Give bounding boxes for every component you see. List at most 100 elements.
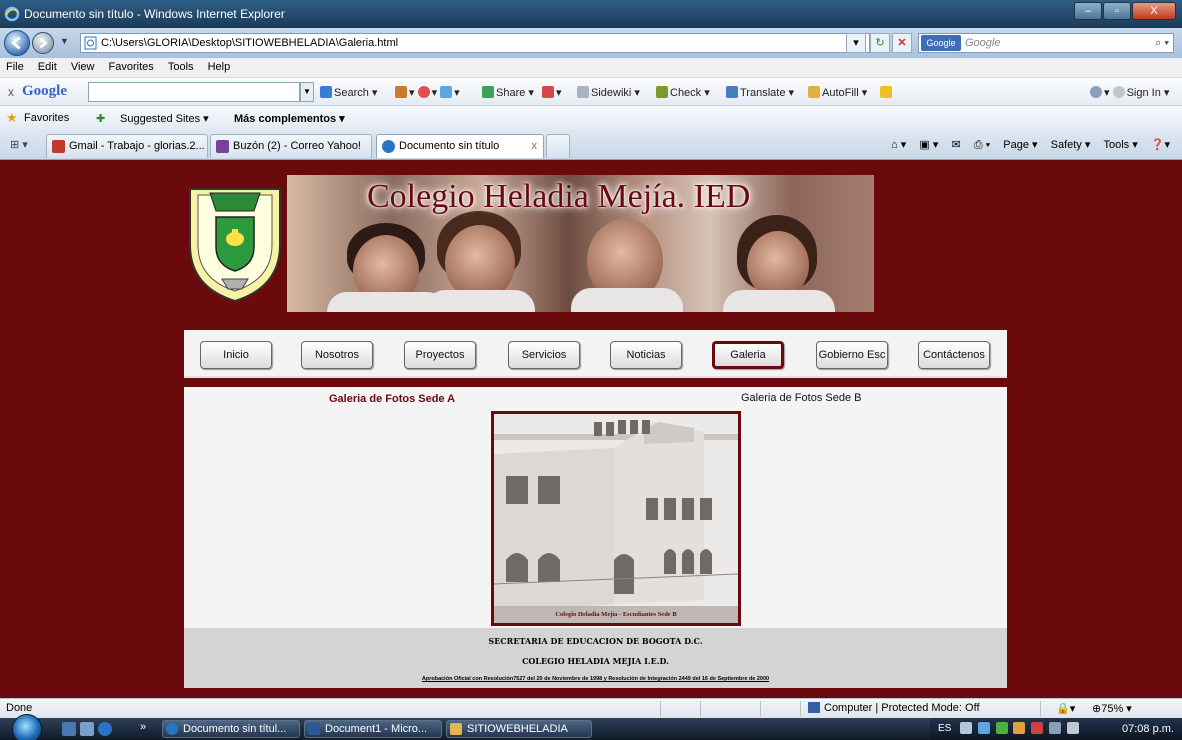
back-button[interactable] bbox=[4, 30, 30, 56]
volume-icon[interactable] bbox=[1066, 722, 1079, 734]
minimize-button[interactable]: – bbox=[1074, 2, 1102, 20]
nav-servicios-button[interactable]: Servicios bbox=[508, 341, 580, 369]
feeds-icon[interactable]: ▣ ▾ bbox=[919, 139, 938, 151]
google-search-button[interactable]: Search ▾ bbox=[320, 86, 377, 99]
tray-arrow-icon[interactable] bbox=[960, 722, 972, 734]
security-icon[interactable] bbox=[1031, 722, 1044, 734]
maximize-button[interactable]: ▫ bbox=[1103, 2, 1131, 20]
menu-favorites[interactable]: Favorites bbox=[103, 58, 159, 73]
autofill-button[interactable]: AutoFill ▾ bbox=[808, 86, 867, 99]
mail-icon[interactable]: ✉ bbox=[951, 139, 960, 151]
translate-button[interactable]: Translate ▾ bbox=[726, 86, 794, 99]
favorites-button[interactable]: Favorites bbox=[24, 112, 69, 124]
gallery-photo[interactable]: Colegio Heladia Mejía - Escudiantes Sede… bbox=[491, 411, 741, 626]
google-logo[interactable]: Google bbox=[22, 83, 67, 100]
tab-gmail[interactable]: Gmail - Trabajo - glorias.2... bbox=[46, 134, 208, 158]
task-ie[interactable]: Documento sin títul... bbox=[162, 720, 300, 738]
page-menu[interactable]: Page ▾ bbox=[1003, 139, 1037, 151]
quicklaunch-overflow-icon[interactable]: » bbox=[140, 721, 146, 733]
task-label: Document1 - Micro... bbox=[325, 723, 428, 735]
tab-documento[interactable]: Documento sin título x bbox=[376, 134, 544, 158]
search-icon[interactable]: ⌕ ▾ bbox=[1155, 34, 1169, 52]
safety-menu[interactable]: Safety ▾ bbox=[1051, 139, 1091, 151]
stop-button[interactable]: ✕ bbox=[892, 33, 912, 53]
bluetooth-icon[interactable] bbox=[977, 722, 990, 734]
forward-arrow-icon bbox=[39, 37, 48, 49]
ie-quicklaunch-icon[interactable] bbox=[98, 722, 112, 736]
menu-file[interactable]: File bbox=[0, 58, 29, 73]
zoom-level-button[interactable]: ⊕75% ▾ bbox=[1092, 702, 1132, 715]
highlight-button[interactable] bbox=[880, 86, 894, 99]
gmail-icon bbox=[52, 140, 65, 153]
nav-noticias-button[interactable]: Noticias bbox=[610, 341, 682, 369]
status-bar: Done Computer | Protected Mode: Off 🔒▾ ⊕… bbox=[0, 698, 1182, 718]
network-icon[interactable] bbox=[995, 722, 1008, 734]
close-window-button[interactable]: X bbox=[1132, 2, 1176, 20]
menu-view[interactable]: View bbox=[65, 58, 100, 73]
add-favorite-icon[interactable]: ✚ bbox=[96, 112, 105, 125]
bookmark-button[interactable]: ▾ bbox=[542, 86, 562, 99]
show-desktop-icon[interactable] bbox=[62, 722, 76, 736]
spellcheck-button[interactable]: Check ▾ bbox=[656, 86, 710, 99]
gallery-b-link[interactable]: Galeria de Fotos Sede B bbox=[741, 392, 861, 404]
security-zone[interactable]: Computer | Protected Mode: Off bbox=[808, 702, 980, 714]
tools-menu[interactable]: Tools ▾ bbox=[1103, 139, 1137, 151]
refresh-button[interactable]: ↻ bbox=[870, 33, 890, 53]
print-icon[interactable]: ⎙ ▾ bbox=[974, 139, 990, 151]
status-divider bbox=[660, 701, 661, 717]
window-title: Documento sin título - Windows Internet … bbox=[24, 7, 285, 21]
footer-resolucion-link[interactable]: Aprobación Oficial con Resolución7527 de… bbox=[184, 676, 1007, 682]
address-toolbar: ▼ C:\Users\GLORIA\Desktop\SITIOWEBHELADI… bbox=[0, 28, 1182, 58]
help-icon[interactable]: ❓▾ bbox=[1151, 139, 1170, 151]
tab-label: Buzón (2) - Correo Yahoo! bbox=[233, 140, 361, 152]
child-shirt-2 bbox=[425, 290, 535, 312]
tab-yahoo[interactable]: Buzón (2) - Correo Yahoo! bbox=[210, 134, 372, 158]
menu-help[interactable]: Help bbox=[202, 58, 236, 73]
search-input[interactable]: Google Google ⌕ ▾ bbox=[918, 33, 1174, 53]
address-input[interactable]: C:\Users\GLORIA\Desktop\SITIOWEBHELADIA\… bbox=[80, 33, 870, 53]
computer-icon bbox=[808, 702, 820, 713]
search-placeholder: Google bbox=[965, 37, 1001, 49]
history-dropdown-icon[interactable]: ▼ bbox=[60, 36, 69, 46]
share-button[interactable]: Share ▾ bbox=[482, 86, 534, 99]
display-icon[interactable] bbox=[1048, 722, 1061, 734]
yahoo-icon bbox=[216, 140, 229, 153]
task-word[interactable]: Document1 - Micro... bbox=[304, 720, 442, 738]
close-toolbar-icon[interactable]: x bbox=[8, 85, 14, 99]
home-icon[interactable]: ⌂ ▾ bbox=[891, 139, 906, 151]
protected-mode-icon[interactable]: 🔒▾ bbox=[1056, 702, 1075, 715]
forward-button[interactable] bbox=[32, 32, 54, 54]
menu-edit[interactable]: Edit bbox=[32, 58, 62, 73]
start-button[interactable] bbox=[12, 714, 42, 740]
favorites-star-icon[interactable]: ★ bbox=[6, 110, 18, 126]
quick-tabs-icon[interactable]: ⊞ ▾ bbox=[10, 138, 28, 151]
address-url: C:\Users\GLORIA\Desktop\SITIOWEBHELADIA\… bbox=[101, 37, 399, 49]
menu-tools[interactable]: Tools bbox=[162, 58, 199, 73]
search-engine-badge[interactable]: Google bbox=[921, 35, 961, 51]
new-tab-button[interactable] bbox=[546, 134, 570, 158]
switch-windows-icon[interactable] bbox=[80, 722, 94, 736]
gallery-a-link[interactable]: Galeria de Fotos Sede A bbox=[329, 393, 455, 405]
sidewiki-button[interactable]: Sidewiki ▾ bbox=[577, 86, 640, 99]
nav-gobierno-button[interactable]: Gobierno Esc bbox=[816, 341, 888, 369]
address-dropdown-button[interactable]: ▾ bbox=[846, 33, 866, 53]
nav-contactenos-button[interactable]: Contáctenos bbox=[918, 341, 990, 369]
site-nav: Inicio Nosotros Proyectos Servicios Noti… bbox=[184, 330, 1007, 378]
google-search-input[interactable] bbox=[88, 82, 300, 102]
sign-in-button[interactable]: ▾ Sign In ▾ bbox=[1090, 86, 1169, 99]
tab-label: Gmail - Trabajo - glorias.2... bbox=[69, 140, 205, 152]
task-folder[interactable]: SITIOWEBHELADIA bbox=[446, 720, 592, 738]
sync-icon[interactable] bbox=[1013, 722, 1026, 734]
toolbar-icons-group[interactable]: ▾ ▾ ▾ bbox=[395, 86, 460, 99]
clock[interactable]: 07:08 p.m. bbox=[1122, 723, 1174, 735]
language-indicator[interactable]: ES bbox=[938, 723, 951, 734]
nav-inicio-button[interactable]: Inicio bbox=[200, 341, 272, 369]
close-tab-icon[interactable]: x bbox=[532, 135, 538, 157]
nav-galeria-button[interactable]: Galeria bbox=[712, 341, 784, 369]
nav-proyectos-button[interactable]: Proyectos bbox=[404, 341, 476, 369]
google-search-dropdown[interactable]: ▼ bbox=[300, 82, 314, 102]
more-addons-link[interactable]: Más complementos ▾ bbox=[234, 112, 345, 125]
nav-nosotros-button[interactable]: Nosotros bbox=[301, 341, 373, 369]
suggested-sites-link[interactable]: Suggested Sites ▾ bbox=[120, 112, 209, 125]
back-arrow-icon bbox=[11, 36, 21, 50]
